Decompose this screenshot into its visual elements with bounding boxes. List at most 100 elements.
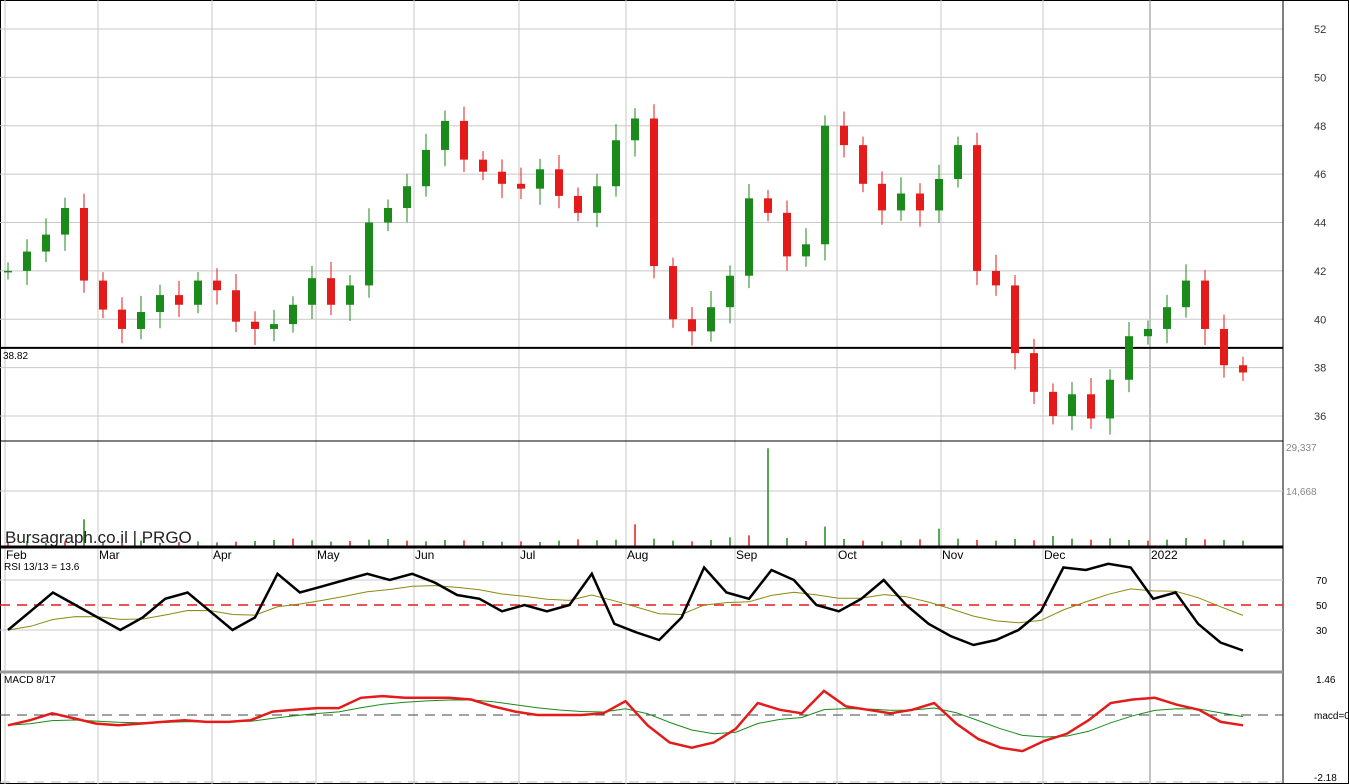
price-tick-label: 44 — [1314, 218, 1326, 230]
candle-body — [707, 307, 715, 332]
month-label: 2022 — [1151, 548, 1178, 562]
reference-line-label: 38.82 — [3, 351, 28, 362]
candle-body — [460, 120, 468, 160]
price-tick-label: 52 — [1314, 24, 1326, 36]
candle-body — [403, 186, 411, 209]
candle-body — [270, 324, 278, 329]
candle-body — [517, 183, 525, 189]
candle-body — [574, 195, 582, 213]
candle-body — [156, 295, 164, 313]
candle-body — [1163, 307, 1171, 329]
month-label: Feb — [6, 548, 27, 562]
candle-body — [878, 183, 886, 211]
price-tick-label: 40 — [1314, 314, 1326, 326]
month-label: Mar — [99, 548, 120, 562]
candle-body — [4, 270, 12, 273]
candle-body — [688, 319, 696, 332]
candle-body — [859, 145, 867, 184]
candle-body — [479, 159, 487, 172]
macd-label: MACD 8/17 — [4, 675, 56, 686]
candle-body — [840, 125, 848, 146]
candle-body — [612, 140, 620, 187]
candle-body — [650, 118, 658, 267]
month-label: Apr — [213, 548, 232, 562]
rsi-tick-label: 50 — [1316, 601, 1328, 612]
candle-body — [137, 312, 145, 329]
chart-border — [0, 0, 1349, 784]
candle-body — [1220, 328, 1228, 366]
candle-body — [384, 208, 392, 223]
candle-body — [251, 321, 259, 329]
candle-body — [1087, 394, 1095, 419]
candle-body — [441, 120, 449, 150]
candle-body — [821, 125, 829, 245]
macd-tick-label: macd=0 — [1314, 711, 1349, 722]
macd-tick-label: 1.46 — [1316, 675, 1336, 686]
candle-body — [1068, 394, 1076, 417]
candle-body — [1201, 280, 1209, 329]
volume-tick-label: 29,337 — [1286, 443, 1317, 454]
volume-tick-label: 14,668 — [1286, 487, 1317, 498]
candle-body — [802, 244, 810, 257]
candle-body — [422, 149, 430, 187]
month-label: May — [317, 548, 340, 562]
candle-body — [954, 145, 962, 179]
candle-body — [536, 169, 544, 189]
rsi-label: RSI 13/13 = 13.6 — [4, 562, 80, 573]
candle-body — [669, 266, 677, 320]
rsi-tick-label: 70 — [1316, 576, 1328, 587]
candle-body — [1144, 328, 1152, 337]
candle-body — [61, 208, 69, 235]
candle-body — [1049, 391, 1057, 417]
price-tick-label: 50 — [1314, 72, 1326, 84]
price-tick-label: 38 — [1314, 363, 1326, 375]
candle-body — [175, 295, 183, 305]
month-label: Dec — [1044, 548, 1065, 562]
candle-body — [213, 280, 221, 291]
candle-body — [498, 171, 506, 184]
candle-body — [1125, 336, 1133, 380]
stock-chart: Feb Mar Apr May Jun Jul Aug Sep Oct Nov Dec 2022 36 3… — [0, 0, 1349, 784]
rsi-tick-label: 30 — [1316, 626, 1328, 637]
candle-body — [1239, 365, 1247, 373]
candle-body — [327, 278, 335, 305]
price-tick-label: 46 — [1314, 169, 1326, 181]
candle-body — [783, 212, 791, 257]
price-tick-label: 36 — [1314, 411, 1326, 423]
candle-body — [992, 270, 1000, 286]
candle-body — [99, 280, 107, 310]
candle-body — [726, 275, 734, 308]
candle-body — [308, 278, 316, 305]
candle-body — [555, 169, 563, 196]
candle-body — [897, 193, 905, 211]
candle-body — [365, 222, 373, 286]
month-label: Oct — [838, 548, 857, 562]
candle-body — [194, 280, 202, 305]
candle-body — [1182, 280, 1190, 308]
brand-label: Bursagraph.co.il | PRGO — [5, 528, 192, 547]
candle-body — [764, 198, 772, 213]
candle-body — [916, 193, 924, 211]
candle-body — [593, 186, 601, 213]
candle-body — [1011, 285, 1019, 354]
candle-body — [23, 251, 31, 271]
price-tick-label: 48 — [1314, 121, 1326, 133]
candle-body — [935, 178, 943, 211]
macd-tick-label: -2.18 — [1314, 773, 1337, 784]
price-tick-label: 42 — [1314, 266, 1326, 278]
candle-body — [973, 145, 981, 271]
chart-svg: Feb Mar Apr May Jun Jul Aug Sep Oct Nov Dec 2022 36 3… — [0, 0, 1349, 784]
candle-body — [631, 118, 639, 141]
month-label: Aug — [627, 548, 648, 562]
candle-body — [42, 234, 50, 252]
month-label: Nov — [942, 548, 963, 562]
candle-body — [118, 309, 126, 329]
candle-body — [80, 208, 88, 281]
candle-body — [289, 304, 297, 325]
candle-body — [745, 198, 753, 276]
candle-body — [232, 290, 240, 322]
month-label: Sep — [736, 548, 758, 562]
candle-body — [1106, 379, 1114, 419]
candle-body — [1030, 353, 1038, 392]
month-label: Jun — [415, 548, 434, 562]
